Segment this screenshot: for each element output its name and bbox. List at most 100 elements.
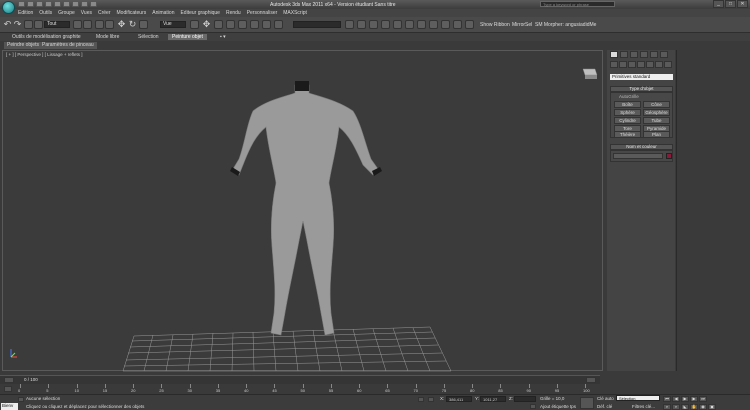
window-crossing-icon[interactable] <box>105 20 114 29</box>
quick-access-dropdown-icon[interactable] <box>90 1 97 7</box>
time-slider-prev-icon[interactable] <box>4 377 14 383</box>
transform-mode-icon[interactable] <box>428 397 434 402</box>
project-folder-icon[interactable] <box>81 1 88 7</box>
fetch-icon[interactable] <box>72 1 79 7</box>
lights-icon[interactable] <box>628 61 636 68</box>
mirror-icon[interactable] <box>345 20 354 29</box>
close-button[interactable]: ✕ <box>737 0 748 8</box>
redo-arrow-icon[interactable]: ↷ <box>13 20 22 29</box>
menu-outils[interactable]: Outils <box>39 10 52 16</box>
modify-tab-icon[interactable] <box>620 51 628 58</box>
set-key-icon[interactable] <box>580 397 594 409</box>
time-slider-label[interactable]: 0 / 100 <box>24 377 38 382</box>
undo-icon[interactable] <box>45 1 52 7</box>
mini-curve-editor-icon[interactable] <box>4 386 12 392</box>
maximize-viewport-icon[interactable]: ▣ <box>708 404 716 410</box>
rotate-icon[interactable]: ↻ <box>128 20 137 29</box>
set-key-button[interactable]: Déf. clé <box>597 404 612 409</box>
geosphere-button[interactable]: Géosphère <box>643 109 670 116</box>
orbit-icon[interactable]: ◉ <box>699 404 707 410</box>
select-manipulate-icon[interactable]: ✥ <box>202 20 211 29</box>
scale-icon[interactable] <box>139 20 148 29</box>
box-button[interactable]: Boîte <box>614 101 641 108</box>
teapot-render-icon[interactable] <box>465 20 474 29</box>
key-selection-dropdown[interactable]: Sélection <box>616 395 660 401</box>
reference-coordinate-dropdown[interactable]: Vue <box>160 21 186 28</box>
align-icon[interactable] <box>357 20 366 29</box>
pivot-center-icon[interactable] <box>190 20 199 29</box>
object-color-swatch[interactable] <box>666 153 672 159</box>
time-tag-icon[interactable] <box>530 404 536 409</box>
maximize-button[interactable]: □ <box>725 0 736 8</box>
display-tab-icon[interactable] <box>650 51 658 58</box>
helpers-icon[interactable] <box>646 61 654 68</box>
cylinder-button[interactable]: Cylindre <box>614 117 641 124</box>
sphere-button[interactable]: Sphère <box>614 109 641 116</box>
menu-vues[interactable]: Vues <box>81 10 92 16</box>
autogrid-checkbox[interactable]: AutoGrille <box>619 94 639 99</box>
show-ribbon-button[interactable]: Show Ribbon <box>480 22 510 28</box>
redo-icon[interactable] <box>54 1 61 7</box>
next-frame-icon[interactable]: ▶ <box>690 396 698 402</box>
zoom-all-icon[interactable]: ⌕ <box>672 404 680 410</box>
mirror-sel-button[interactable]: MirrorSel <box>512 22 532 28</box>
menu-modificateurs[interactable]: Modificateurs <box>117 10 147 16</box>
menu-edition[interactable]: Edition <box>18 10 33 16</box>
menu-groupe[interactable]: Groupe <box>58 10 75 16</box>
teapot-button[interactable]: Théière <box>614 131 641 138</box>
keyboard-shortcut-icon[interactable] <box>214 20 223 29</box>
undo-arrow-icon[interactable]: ↶ <box>3 20 12 29</box>
utilities-tab-icon[interactable] <box>660 51 668 58</box>
key-filters-button[interactable]: Filtres clé... <box>632 404 655 409</box>
space-warps-icon[interactable] <box>655 61 663 68</box>
tab-selection[interactable]: Sélection <box>134 34 163 40</box>
search-input[interactable]: Type a keyword or phrase <box>540 1 615 7</box>
snaps-toggle-icon[interactable] <box>226 20 235 29</box>
minimize-button[interactable]: _ <box>713 0 724 8</box>
menu-personnaliser[interactable]: Personnaliser <box>247 10 278 16</box>
save-file-icon[interactable] <box>36 1 43 7</box>
perspective-viewport[interactable]: [ + ] [ Perspective ] [ Lissage + reflet… <box>2 50 603 372</box>
hierarchy-tab-icon[interactable] <box>630 51 638 58</box>
goto-start-icon[interactable]: ⏮ <box>663 396 671 402</box>
named-selection-dropdown[interactable] <box>293 21 341 28</box>
field-of-view-icon[interactable]: ◣ <box>681 404 689 410</box>
tab-graphite-modeling[interactable]: Outils de modélisation graphite <box>8 34 85 40</box>
selection-lock-icon[interactable] <box>418 397 424 402</box>
layer-manager-icon[interactable] <box>369 20 378 29</box>
x-coordinate-field[interactable]: 386,411 <box>446 396 472 402</box>
move-icon[interactable]: ✥ <box>117 20 126 29</box>
zoom-icon[interactable]: ⌕ <box>663 404 671 410</box>
tab-freeform[interactable]: Mode libre <box>92 34 123 40</box>
time-slider-next-icon[interactable] <box>586 377 596 383</box>
rectangular-selection-icon[interactable] <box>95 20 104 29</box>
hold-icon[interactable] <box>63 1 70 7</box>
schematic-view-icon[interactable] <box>405 20 414 29</box>
edit-named-selection-icon[interactable] <box>274 20 283 29</box>
curve-editor-icon[interactable] <box>393 20 402 29</box>
new-file-icon[interactable] <box>18 1 25 7</box>
time-slider[interactable]: 0 / 100 <box>0 375 600 384</box>
object-name-field[interactable] <box>613 153 663 159</box>
add-time-tag[interactable]: Ajout étiquette tps <box>540 404 576 409</box>
z-coordinate-field[interactable] <box>514 396 536 402</box>
spinner-snap-icon[interactable] <box>262 20 271 29</box>
plane-button[interactable]: Plan <box>643 131 670 138</box>
menu-creer[interactable]: Créer <box>98 10 111 16</box>
track-bar[interactable]: 0 5 10 15 20 25 30 35 40 45 50 55 60 65 70 75 80 85 90 95 10… <box>0 384 600 394</box>
maxscript-listener[interactable]: Bienv <box>1 403 18 410</box>
play-icon[interactable]: ▶ <box>681 396 689 402</box>
paint-objects-button[interactable]: Peindre objets <box>4 42 42 49</box>
prev-frame-icon[interactable]: ◀ <box>672 396 680 402</box>
rendered-frame-icon[interactable] <box>441 20 450 29</box>
ribbon-options-dropdown[interactable]: ▪ ▾ <box>216 34 230 40</box>
primitive-type-dropdown[interactable]: Primitives standard <box>610 74 673 80</box>
render-setup-icon[interactable] <box>429 20 438 29</box>
graphite-toggle-icon[interactable] <box>381 20 390 29</box>
tube-button[interactable]: Tube <box>643 117 670 124</box>
select-link-icon[interactable] <box>24 20 33 29</box>
render-production-icon[interactable] <box>453 20 462 29</box>
brush-settings-button[interactable]: Paramètres de pinceau <box>39 42 97 49</box>
cameras-icon[interactable] <box>637 61 645 68</box>
app-logo-icon[interactable] <box>2 1 15 14</box>
